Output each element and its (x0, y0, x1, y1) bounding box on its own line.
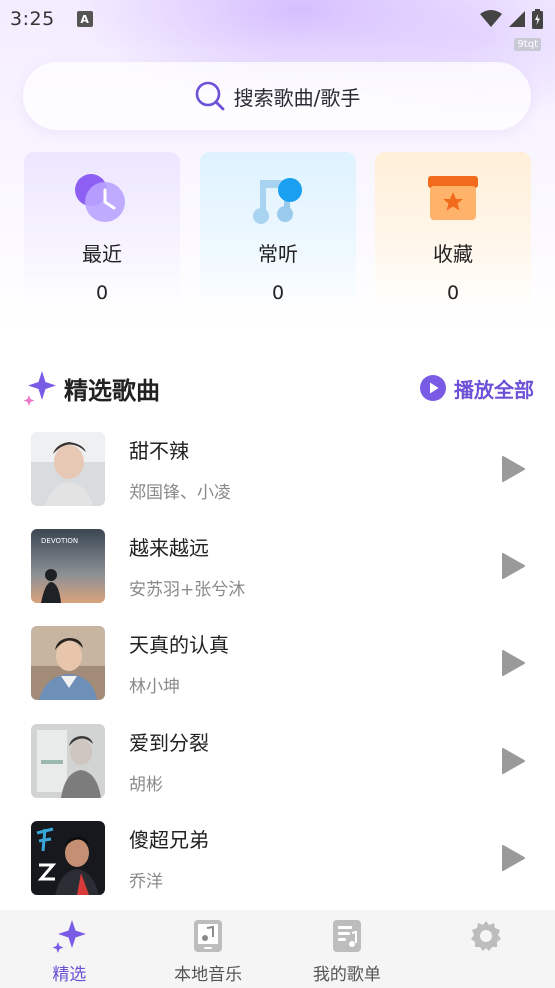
featured-title: 精选歌曲 (64, 376, 160, 405)
play-icon[interactable] (501, 844, 525, 871)
favorites-count: 0 (446, 282, 460, 304)
song-cover (31, 723, 105, 798)
watermark-tag: 9tqt (514, 38, 541, 51)
song-cover (31, 431, 105, 506)
tab-label: 本地音乐 (174, 965, 243, 985)
song-item[interactable]: 爱到分裂 胡彬 (0, 712, 555, 809)
tab-settings[interactable] (416, 910, 555, 988)
frequent-label: 常听 (258, 242, 298, 266)
song-item[interactable]: DEVOTION 越来越远 安苏羽+张兮沐 (0, 517, 555, 614)
search-placeholder: 搜索歌曲/歌手 (233, 85, 361, 110)
music-note-icon (248, 170, 308, 230)
tab-featured[interactable]: 精选 (0, 910, 139, 988)
favorites-label: 收藏 (433, 242, 473, 266)
search-icon (195, 81, 225, 111)
cover-text: DEVOTION (41, 537, 78, 545)
song-title: 天真的认真 (129, 633, 229, 658)
recent-card[interactable]: 最近 0 (24, 152, 180, 312)
recent-label: 最近 (82, 242, 122, 266)
sparkle-icon (51, 918, 87, 954)
phone-music-icon (190, 918, 226, 954)
play-icon[interactable] (501, 650, 525, 677)
status-icons (480, 9, 543, 29)
song-cover: DEVOTION (31, 528, 105, 603)
song-artist: 乔洋 (129, 871, 163, 892)
song-cover (31, 626, 105, 701)
featured-header: 精选歌曲 播放全部 (22, 366, 534, 410)
frequent-card[interactable]: 常听 0 (200, 152, 356, 312)
status-time: 3:25 (10, 8, 55, 30)
play-icon[interactable] (501, 455, 525, 482)
song-cover (31, 820, 105, 895)
playlist-icon (329, 918, 365, 954)
play-icon[interactable] (501, 552, 525, 579)
play-all-label: 播放全部 (454, 377, 534, 402)
song-list: 甜不辣 郑国锋、小凌 DEVOTION 越来越远 安苏羽+张兮沐 天真的认真 林… (0, 420, 555, 906)
gear-icon (468, 918, 504, 954)
search-input[interactable]: 搜索歌曲/歌手 (23, 62, 531, 130)
notification-icon: A (76, 11, 93, 27)
star-box-icon (423, 170, 483, 230)
wifi-icon (480, 10, 502, 27)
song-title: 甜不辣 (129, 438, 189, 463)
song-artist: 胡彬 (129, 774, 163, 795)
tab-label: 我的歌单 (312, 965, 381, 985)
song-artist: 郑国锋、小凌 (129, 482, 231, 503)
clock-icon (72, 170, 132, 230)
song-item[interactable]: 甜不辣 郑国锋、小凌 (0, 420, 555, 517)
song-item[interactable]: 傻超兄弟 乔洋 (0, 809, 555, 906)
bottom-tab-bar: 精选 本地音乐 我的歌单 (0, 910, 555, 988)
tab-my-playlists[interactable]: 我的歌单 (278, 910, 417, 988)
song-item[interactable]: 天真的认真 林小坤 (0, 615, 555, 712)
favorites-card[interactable]: 收藏 0 (375, 152, 531, 312)
tab-label: 精选 (52, 965, 87, 985)
song-title: 爱到分裂 (129, 730, 209, 755)
tab-local-music[interactable]: 本地音乐 (139, 910, 278, 988)
recent-count: 0 (95, 282, 109, 304)
signal-icon (509, 11, 525, 27)
play-icon[interactable] (501, 747, 525, 774)
song-title: 傻超兄弟 (129, 827, 209, 852)
frequent-count: 0 (271, 282, 285, 304)
song-artist: 安苏羽+张兮沐 (129, 579, 246, 600)
status-bar: 3:25 A (0, 0, 555, 38)
song-title: 越来越远 (129, 535, 209, 560)
song-artist: 林小坤 (129, 677, 180, 698)
play-circle-icon (420, 375, 446, 401)
play-all-button[interactable]: 播放全部 (420, 374, 534, 403)
battery-icon (532, 9, 543, 29)
sparkle-icon (23, 371, 56, 406)
